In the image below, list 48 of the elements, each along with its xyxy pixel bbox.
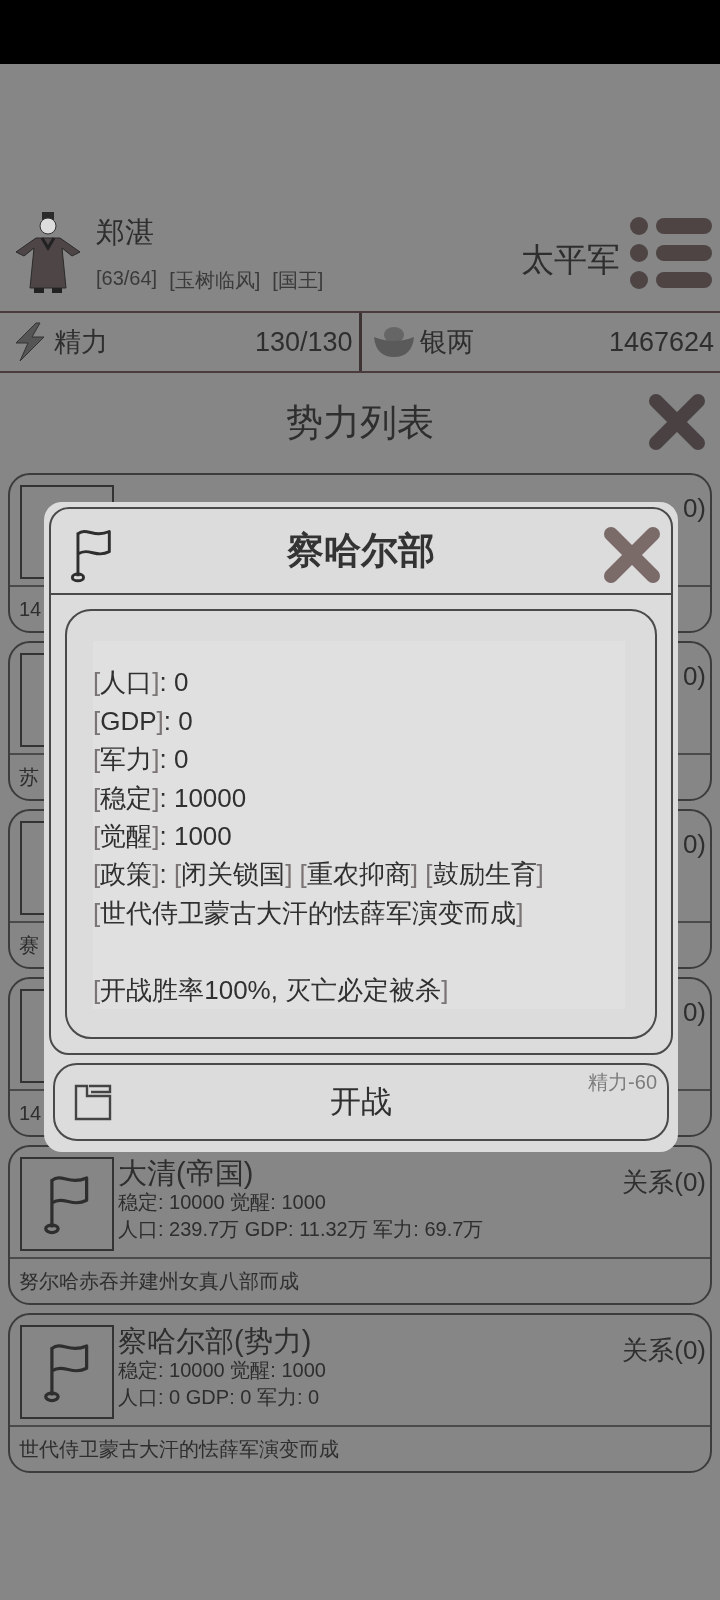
close-icon (603, 526, 661, 584)
info-line: [世代侍卫蒙古大汗的怯薛军演变而成] (93, 896, 525, 930)
page-title: 势力列表 (286, 401, 434, 445)
faction-name: 太平军 (521, 239, 620, 280)
faction-stats: 人口: 239.7万 GDP: 11.32万 军力: 69.7万 (118, 1217, 484, 1242)
cost-label: 精力-60 (588, 1070, 657, 1095)
faction-card[interactable]: 察哈尔部(势力) 稳定: 10000 觉醒: 1000 人口: 0 GDP: 0 军力: 0 关系(0) 世代侍卫蒙古大汗的怯薛军演变而成 (8, 1313, 712, 1473)
close-button[interactable] (603, 526, 663, 586)
player-tag: [63/64] (96, 266, 158, 294)
faction-description: 努尔哈赤吞并建州女真八部而成 (19, 1268, 299, 1294)
info-line: [人口]: 0 (93, 666, 190, 700)
close-button[interactable] (648, 393, 708, 453)
faction-description: 苏 (19, 764, 39, 790)
faction-description: 14 (19, 597, 42, 621)
dialog-title: 察哈尔部 (287, 529, 435, 574)
player-tag: [国王] (272, 266, 324, 294)
battle-button[interactable]: 开战 精力-60 (53, 1063, 669, 1141)
relation-label: 关系(0) (622, 1334, 706, 1367)
relation-label: 0) (682, 493, 706, 524)
player-name: 郑湛 (96, 214, 155, 250)
faction-title: 察哈尔部(势力) (118, 1325, 313, 1357)
faction-stats: 人口: 0 GDP: 0 军力: 0 (118, 1385, 321, 1410)
info-line: [GDP]: 0 (93, 704, 194, 738)
menu-icon[interactable] (630, 216, 712, 290)
relation-label: 0) (682, 997, 706, 1028)
ingot-icon (371, 325, 416, 359)
resource-label: 银两 (419, 326, 475, 359)
faction-stats: 稳定: 10000 觉醒: 1000 (118, 1358, 326, 1383)
faction-stats: 稳定: 10000 觉醒: 1000 (118, 1190, 327, 1215)
faction-description: 14 (19, 1101, 42, 1125)
faction-description: 赛 (19, 932, 39, 958)
info-line: [政策]: [闭关锁国] [重农抑商] [鼓励生育] (93, 858, 545, 892)
faction-description: 世代侍卫蒙古大汗的怯薛军演变而成 (19, 1436, 339, 1462)
info-line: [军力]: 0 (93, 743, 190, 777)
relation-label: 关系(0) (622, 1166, 706, 1199)
info-line: [觉醒]: 1000 (93, 820, 233, 853)
close-icon (648, 393, 706, 451)
folder-icon (73, 1082, 113, 1122)
flag-icon (69, 527, 114, 583)
info-line: [开战胜率100%, 灭亡必定被杀] (93, 973, 450, 1007)
player-tag: [玉树临风] (169, 266, 261, 294)
resource-value: 130/130 (254, 326, 353, 358)
resource-value: 1467624 (608, 326, 714, 358)
relation-label: 0) (682, 661, 706, 692)
info-line: [稳定]: 10000 (93, 781, 248, 815)
relation-label: 0) (682, 829, 706, 860)
faction-title: 大清(帝国) (118, 1157, 255, 1189)
resource-label: 精力 (54, 326, 109, 359)
